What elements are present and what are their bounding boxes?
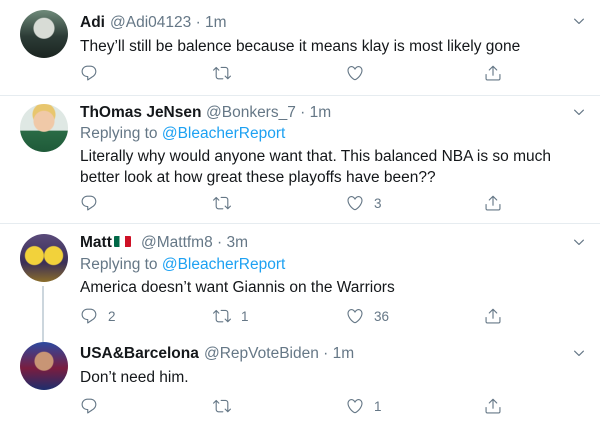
like-count: 36 xyxy=(374,308,390,324)
display-name[interactable]: Matt xyxy=(80,234,131,252)
retweet-button[interactable] xyxy=(213,396,241,416)
like-count: 3 xyxy=(374,195,382,211)
replying-label: Replying to xyxy=(80,256,158,273)
tweet-text: Literally why would anyone want that. Th… xyxy=(80,148,551,186)
share-button[interactable] xyxy=(484,63,502,83)
separator: · xyxy=(217,234,223,251)
replying-to-link[interactable]: @BleacherReport xyxy=(162,256,285,273)
like-button[interactable] xyxy=(346,63,374,83)
tweet[interactable]: Matt @Mattfm8 · 3m Replying to @Bleacher… xyxy=(0,224,600,336)
display-name-text: Matt xyxy=(80,234,112,251)
share-icon xyxy=(484,194,502,212)
tweet-meta: @Adi04123 · 1m xyxy=(110,14,227,32)
share-button[interactable] xyxy=(484,193,502,213)
like-count: 1 xyxy=(374,398,382,414)
tweet-time[interactable]: 3m xyxy=(227,234,249,251)
tweet-text: Don’t need him. xyxy=(80,369,189,386)
tweet-actions: 2 1 36 xyxy=(80,306,580,328)
tweet-text: America doesn’t want Giannis on the Warr… xyxy=(80,279,395,296)
tweet-time[interactable]: 1m xyxy=(310,104,332,121)
reply-button[interactable] xyxy=(80,63,108,83)
share-icon xyxy=(484,397,502,415)
tweet-meta: @RepVoteBiden · 1m xyxy=(204,345,354,363)
avatar[interactable] xyxy=(20,234,68,282)
display-name[interactable]: ThOmas JeNsen xyxy=(80,104,201,122)
replying-to-link[interactable]: @BleacherReport xyxy=(162,125,285,142)
avatar[interactable] xyxy=(20,10,68,58)
heart-icon xyxy=(346,194,364,212)
user-handle[interactable]: @Adi04123 xyxy=(110,14,191,31)
reply-button[interactable] xyxy=(80,193,108,213)
chevron-down-icon[interactable] xyxy=(572,346,586,360)
reply-icon xyxy=(80,397,98,415)
retweet-button[interactable] xyxy=(213,193,241,213)
share-icon xyxy=(484,64,502,82)
heart-icon xyxy=(346,307,364,325)
tweet-time[interactable]: 1m xyxy=(333,345,355,362)
reply-button[interactable]: 2 xyxy=(80,306,116,326)
tweet-meta: @Bonkers_7 · 1m xyxy=(206,104,331,122)
tweet[interactable]: USA&Barcelona @RepVoteBiden · 1m Don’t n… xyxy=(0,336,600,423)
tweet-actions xyxy=(80,63,580,85)
retweet-button[interactable] xyxy=(213,63,241,83)
avatar[interactable] xyxy=(20,104,68,152)
display-name[interactable]: USA&Barcelona xyxy=(80,345,199,363)
reply-button[interactable] xyxy=(80,396,108,416)
tweet-actions: 3 xyxy=(80,193,580,215)
user-handle[interactable]: @Bonkers_7 xyxy=(206,104,296,121)
separator: · xyxy=(300,104,306,121)
tweet-time[interactable]: 1m xyxy=(205,14,227,31)
like-button[interactable]: 3 xyxy=(346,193,382,213)
like-button[interactable]: 36 xyxy=(346,306,389,326)
user-handle[interactable]: @Mattfm8 xyxy=(141,234,213,251)
retweet-button[interactable]: 1 xyxy=(213,306,249,326)
user-handle[interactable]: @RepVoteBiden xyxy=(204,345,319,362)
retweet-icon xyxy=(213,397,231,415)
display-name[interactable]: Adi xyxy=(80,14,105,32)
chevron-down-icon[interactable] xyxy=(572,105,586,119)
replying-label: Replying to xyxy=(80,125,158,142)
share-button[interactable] xyxy=(484,396,502,416)
chevron-down-icon[interactable] xyxy=(572,235,586,249)
tweet-text: They’ll still be balence because it mean… xyxy=(80,38,521,55)
tweet-meta: @Mattfm8 · 3m xyxy=(141,234,248,252)
replying-to: Replying to @BleacherReport xyxy=(80,256,285,274)
chevron-down-icon[interactable] xyxy=(572,14,586,28)
reply-count: 2 xyxy=(108,308,116,324)
reply-icon xyxy=(80,307,98,325)
avatar[interactable] xyxy=(20,342,68,390)
share-icon xyxy=(484,307,502,325)
reply-icon xyxy=(80,64,98,82)
separator: · xyxy=(195,14,201,31)
tweet[interactable]: Adi @Adi04123 · 1m They’ll still be bale… xyxy=(0,0,600,96)
thread-line xyxy=(42,286,44,336)
like-button[interactable]: 1 xyxy=(346,396,382,416)
heart-icon xyxy=(346,64,364,82)
retweet-count: 1 xyxy=(241,308,249,324)
retweet-icon xyxy=(213,64,231,82)
heart-icon xyxy=(346,397,364,415)
separator: · xyxy=(323,345,329,362)
share-button[interactable] xyxy=(484,306,502,326)
replying-to: Replying to @BleacherReport xyxy=(80,125,285,143)
reply-icon xyxy=(80,194,98,212)
tweet-actions: 1 xyxy=(80,396,580,418)
retweet-icon xyxy=(213,307,231,325)
retweet-icon xyxy=(213,194,231,212)
tweet[interactable]: ThOmas JeNsen @Bonkers_7 · 1m Replying t… xyxy=(0,96,600,224)
mexico-flag-icon xyxy=(113,236,131,247)
